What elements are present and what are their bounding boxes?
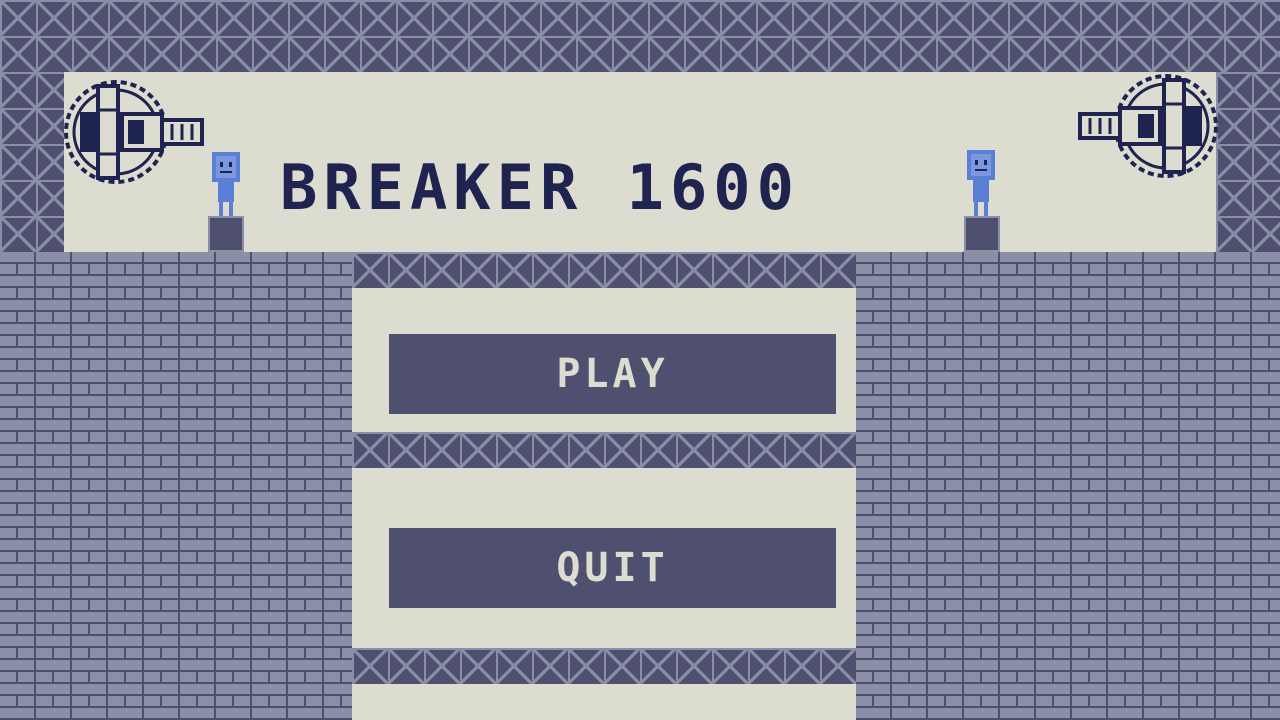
top-crate-border — [0, 0, 1280, 72]
left-brick-wall — [0, 252, 352, 720]
robot-figure-icon — [212, 152, 240, 216]
menu-crate-row-bottom — [352, 648, 856, 684]
left-crate-column — [0, 72, 64, 252]
game-screen: BREAKER 1600 PLAY QUIT — [0, 0, 1280, 720]
play-button[interactable]: PLAY — [389, 334, 836, 414]
right-pedestal — [964, 216, 1000, 252]
cannon-icon — [1078, 74, 1218, 178]
right-crate-column — [1216, 72, 1280, 252]
menu-panel-bottom — [352, 684, 856, 720]
left-pedestal — [208, 216, 244, 252]
menu-crate-row-middle — [352, 432, 856, 468]
quit-button[interactable]: QUIT — [389, 528, 836, 608]
game-title: BREAKER 1600 — [280, 151, 800, 224]
right-brick-wall — [856, 252, 1280, 720]
cannon-icon — [64, 80, 204, 184]
menu-crate-row-top — [352, 252, 856, 288]
robot-figure-icon — [967, 150, 995, 216]
